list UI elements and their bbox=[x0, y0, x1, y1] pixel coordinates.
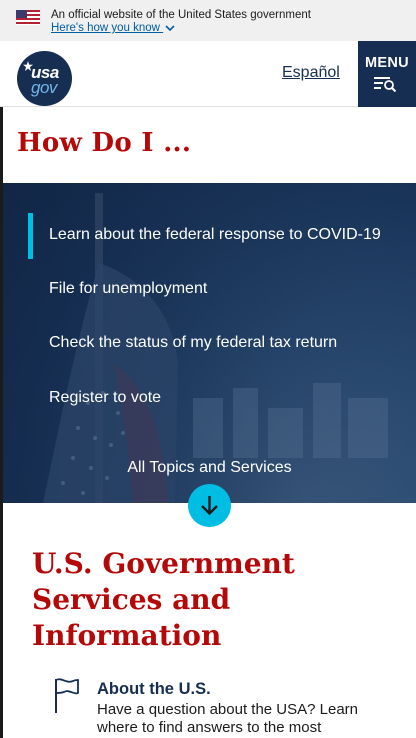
logo-gov-text: gov bbox=[31, 78, 57, 97]
link-register-to-vote[interactable]: Register to vote bbox=[49, 389, 161, 407]
heres-how-you-know-label: Here's how you know bbox=[51, 22, 160, 34]
menu-label: MENU bbox=[365, 55, 409, 71]
how-do-i-panel: Learn about the federal response to COVI… bbox=[3, 183, 416, 503]
about-the-us-description: Have a question about the USA? Learn whe… bbox=[97, 701, 359, 736]
scroll-down-button[interactable] bbox=[188, 484, 231, 527]
us-flag-icon bbox=[16, 10, 40, 25]
flag-icon bbox=[55, 678, 79, 713]
how-do-i-heading: How Do I ... bbox=[17, 128, 192, 158]
link-file-unemployment[interactable]: File for unemployment bbox=[49, 280, 207, 298]
services-heading: U.S. Government Services and Information bbox=[32, 547, 295, 652]
link-covid-response[interactable]: Learn about the federal response to COVI… bbox=[49, 226, 381, 244]
all-topics-link[interactable]: All Topics and Services bbox=[3, 459, 416, 477]
heres-how-you-know-link[interactable]: Here's how you know bbox=[51, 22, 175, 35]
usagov-logo[interactable]: usa gov bbox=[17, 51, 72, 106]
chevron-down-icon bbox=[165, 25, 175, 32]
about-the-us-link[interactable]: About the U.S. bbox=[97, 680, 211, 699]
menu-button[interactable]: MENU bbox=[358, 41, 416, 107]
gov-banner-text: An official website of the United States… bbox=[51, 9, 311, 21]
menu-search-icon bbox=[374, 77, 397, 92]
arrow-down-icon bbox=[201, 496, 218, 516]
site-header: usa gov Español MENU bbox=[0, 41, 416, 107]
gov-banner: An official website of the United States… bbox=[0, 0, 416, 41]
espanol-link[interactable]: Español bbox=[282, 64, 340, 82]
active-link-indicator bbox=[28, 213, 33, 259]
link-tax-return-status[interactable]: Check the status of my federal tax retur… bbox=[49, 334, 337, 352]
